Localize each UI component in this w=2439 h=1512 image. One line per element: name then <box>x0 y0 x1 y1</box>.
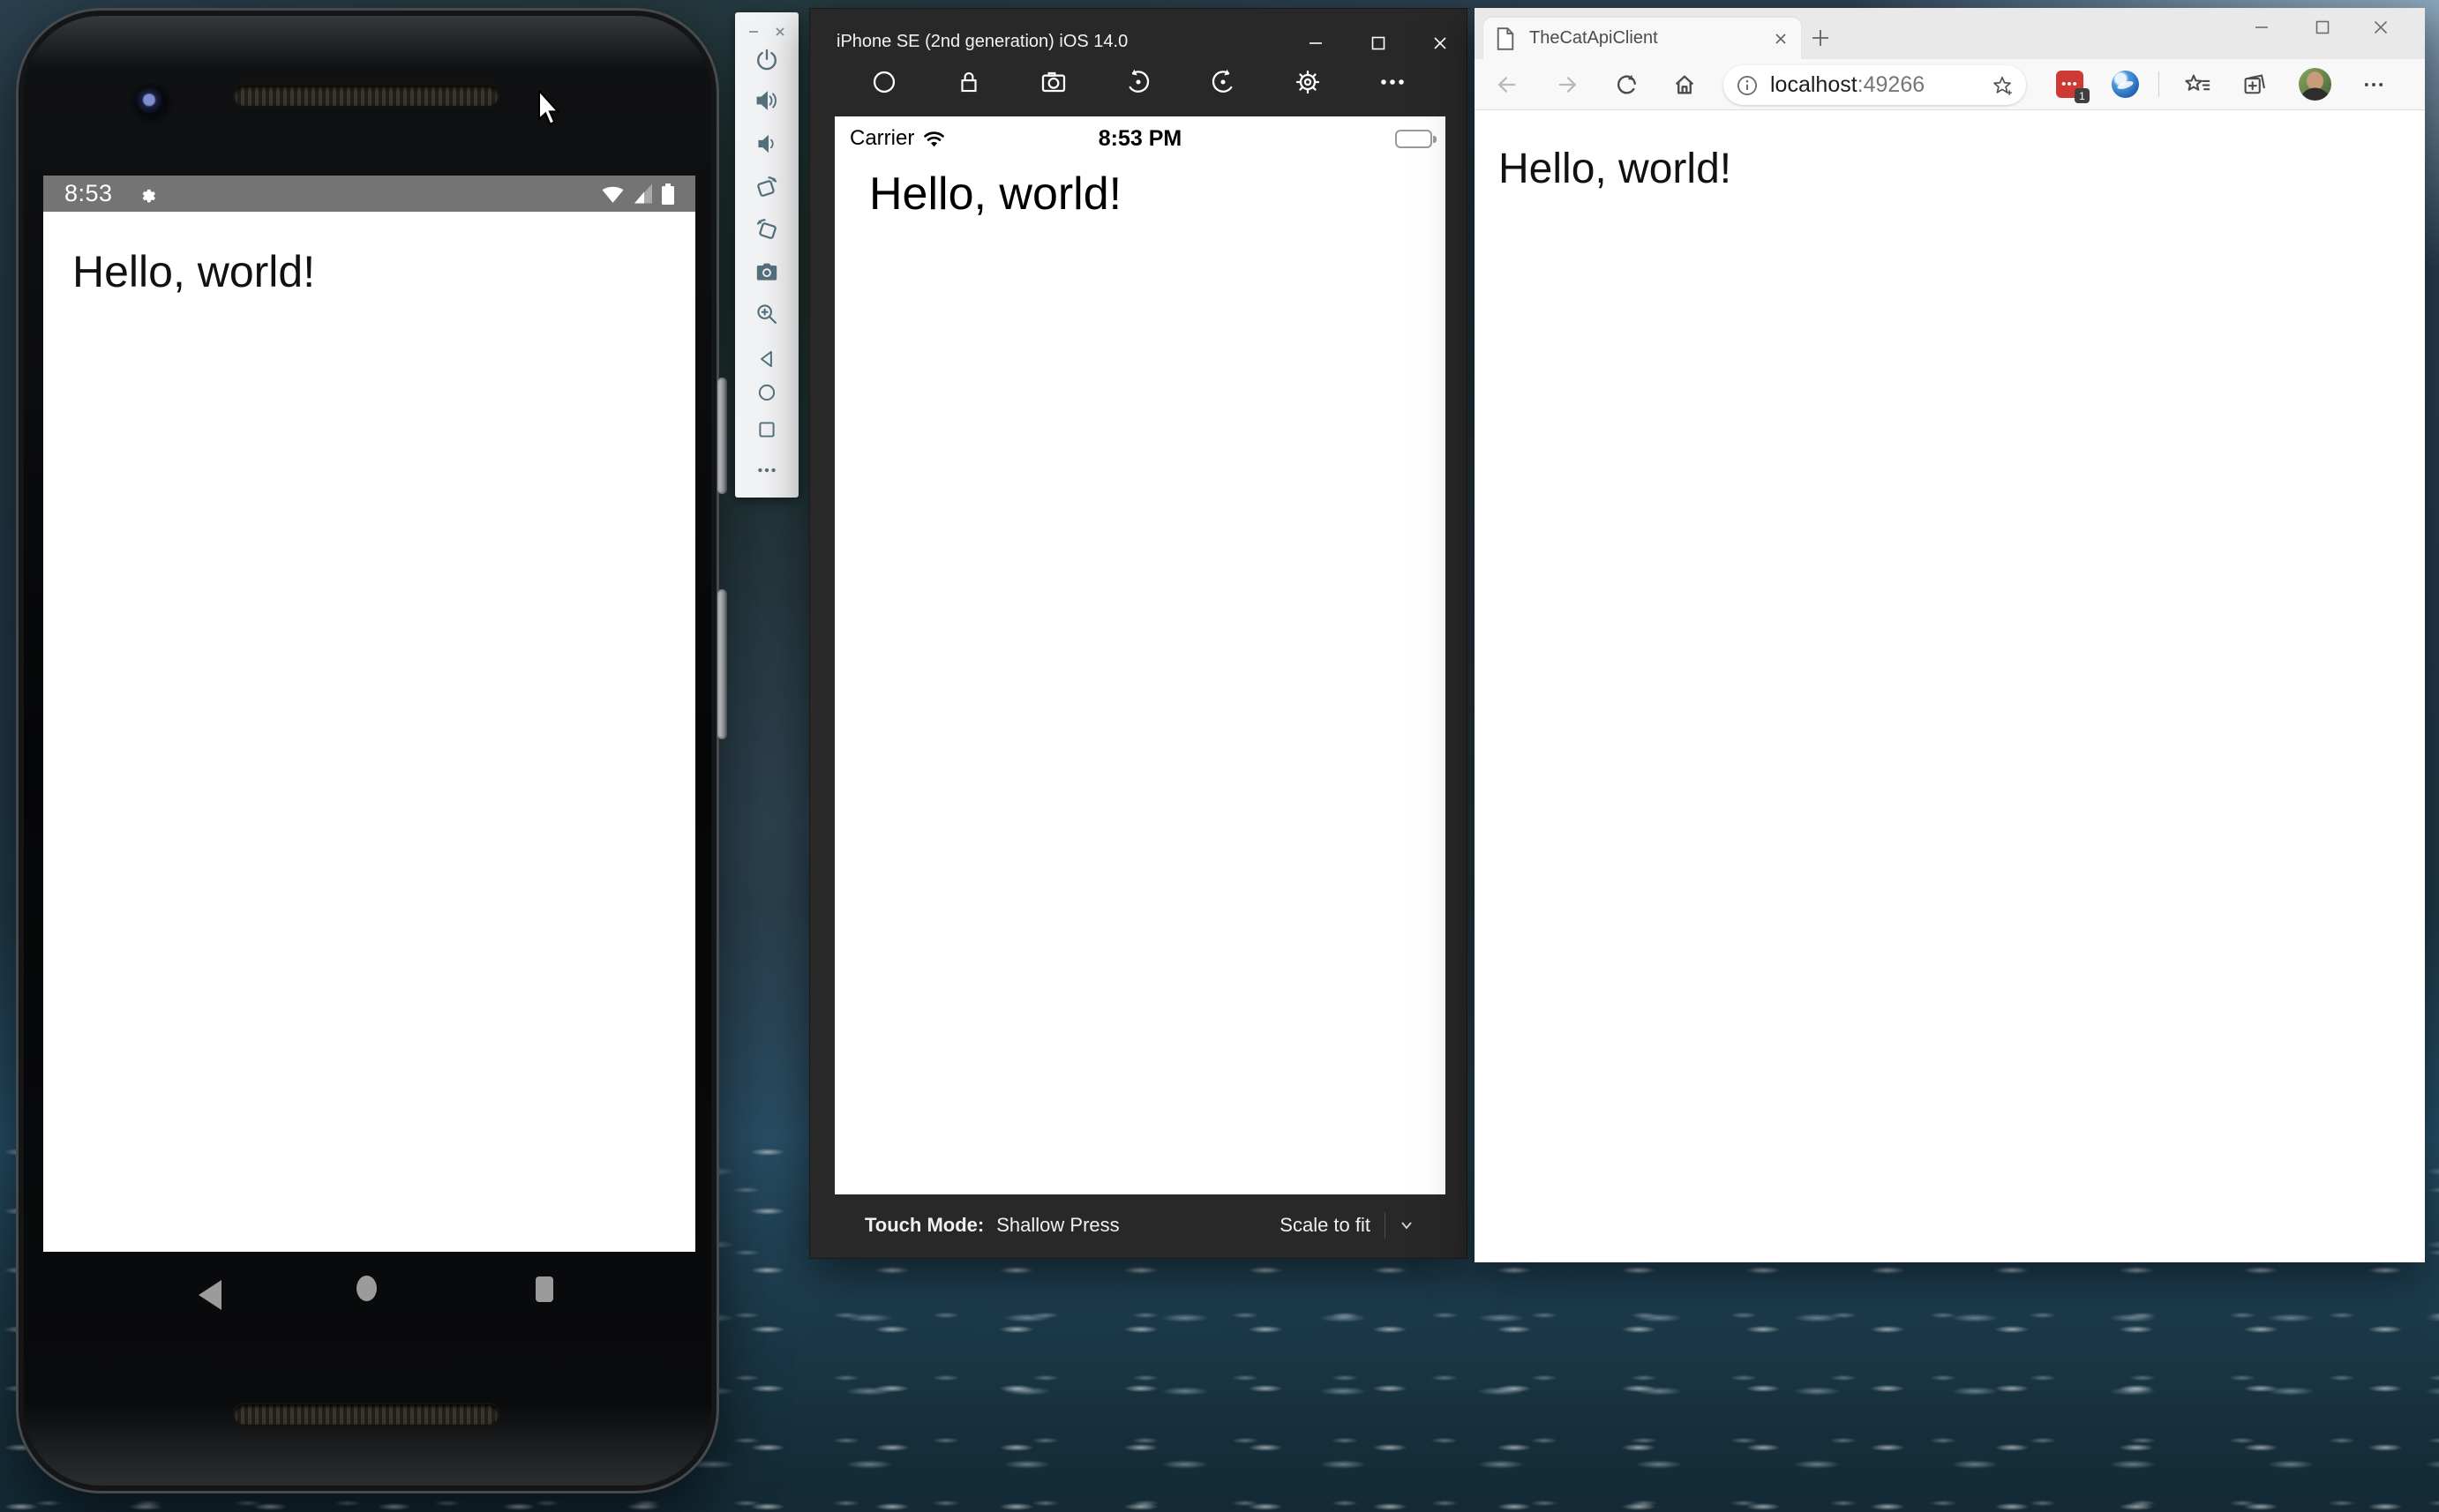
page-favicon <box>1496 27 1515 50</box>
ios-status-bar: Carrier 8:53 PM <box>835 123 1445 154</box>
overview-icon[interactable] <box>755 418 778 441</box>
back-icon[interactable] <box>755 348 778 371</box>
touch-mode-value[interactable]: Shallow Press <box>996 1214 1119 1237</box>
lock-icon[interactable] <box>954 64 984 101</box>
rotate-left-icon[interactable] <box>754 175 780 201</box>
back-icon[interactable] <box>1490 67 1525 102</box>
more-icon[interactable] <box>1377 64 1407 101</box>
front-camera <box>135 86 169 120</box>
back-icon[interactable] <box>199 1280 221 1310</box>
battery-icon <box>1395 130 1432 148</box>
emulator-toolbar <box>735 12 799 498</box>
window-maximize-icon[interactable] <box>2303 11 2342 43</box>
edge-browser-window: TheCatApiClient <box>1475 8 2425 1262</box>
tab-bar: TheCatApiClient <box>1475 8 2425 59</box>
ios-clock: 8:53 PM <box>835 126 1445 152</box>
rotate-left-icon[interactable] <box>1123 64 1153 101</box>
simulator-close-icon[interactable] <box>1422 28 1458 58</box>
collections-icon[interactable] <box>2237 67 2272 102</box>
scale-mode-value: Scale to fit <box>1280 1214 1370 1237</box>
more-icon[interactable] <box>755 459 778 482</box>
address-bar[interactable]: localhost:49266 <box>1723 65 2026 105</box>
overview-icon[interactable] <box>536 1276 553 1302</box>
simulator-minimize-icon[interactable] <box>1298 28 1333 58</box>
simulator-window-title: iPhone SE (2nd generation) iOS 14.0 <box>837 32 1128 52</box>
extension-badge: 1 <box>2075 88 2090 103</box>
phone-volume-button <box>717 589 727 739</box>
rotate-right-icon[interactable] <box>1208 64 1238 101</box>
ios-screen: Carrier 8:53 PM Hello, world! <box>835 116 1445 1194</box>
volume-down-icon[interactable] <box>755 132 778 155</box>
simulator-bottom-bar: Touch Mode: Shallow Press Scale to fit <box>810 1193 1467 1258</box>
battery-icon <box>662 183 674 205</box>
simulator-toolbar <box>810 64 1467 101</box>
earpiece-speaker-grille <box>234 86 499 106</box>
extension-red-dots: ••• <box>2061 80 2078 89</box>
tab-close-icon[interactable] <box>1773 31 1789 47</box>
home-icon[interactable] <box>755 381 778 404</box>
profile-avatar[interactable] <box>2299 68 2331 101</box>
favorites-bar-icon[interactable] <box>2180 67 2215 102</box>
window-minimize-icon[interactable] <box>2242 11 2281 43</box>
toolbar-divider <box>2158 71 2159 97</box>
screenshot-camera-icon[interactable] <box>1039 64 1069 101</box>
bottom-speaker-grille <box>234 1404 499 1425</box>
android-status-icons <box>601 183 674 205</box>
site-info-icon[interactable] <box>1736 74 1759 97</box>
ios-simulator-window: iPhone SE (2nd generation) iOS 14.0 <box>809 8 1467 1259</box>
extension-red-icon[interactable]: ••• 1 <box>2056 71 2083 98</box>
android-status-bar: 8:53 <box>43 176 695 212</box>
ios-hello-text: Hello, world! <box>869 168 1122 221</box>
screenshot-camera-icon[interactable] <box>754 259 779 284</box>
mouse-cursor <box>537 91 560 126</box>
settings-gear-icon <box>136 183 159 206</box>
touch-mode-label: Touch Mode: <box>865 1214 984 1237</box>
android-screen: 8:53 Hello, world! <box>43 176 695 1252</box>
android-emulator-device-frame: 8:53 Hello, world! <box>16 8 719 1493</box>
wifi-icon <box>601 183 625 204</box>
extension-blue-globe-icon[interactable] <box>2112 71 2139 98</box>
scale-mode-select[interactable]: Scale to fit <box>1280 1212 1414 1239</box>
chevron-down-icon <box>1400 1220 1414 1231</box>
toolbar-close-icon[interactable] <box>773 25 787 39</box>
add-favorite-icon[interactable] <box>1991 74 2014 97</box>
tab-title: TheCatApiClient <box>1529 28 1766 49</box>
toolbar-minimize-icon[interactable] <box>747 25 761 39</box>
power-icon[interactable] <box>754 48 779 72</box>
volume-up-icon[interactable] <box>754 88 779 113</box>
settings-gear-icon[interactable] <box>1293 64 1323 101</box>
simulator-maximize-icon[interactable] <box>1361 28 1396 58</box>
android-nav-bar <box>43 1252 695 1366</box>
url-host: localhost <box>1770 72 1857 98</box>
new-tab-icon[interactable] <box>1805 22 1836 54</box>
cell-signal-icon <box>633 183 654 204</box>
url-port: :49266 <box>1857 72 1925 98</box>
forward-icon[interactable] <box>1550 67 1585 102</box>
web-page-content: Hello, world! <box>1475 110 2425 1262</box>
rotate-right-icon[interactable] <box>754 217 780 243</box>
home-icon[interactable] <box>356 1276 377 1301</box>
android-hello-text: Hello, world! <box>72 246 315 297</box>
home-icon[interactable] <box>869 64 899 101</box>
refresh-icon[interactable] <box>1610 67 1645 102</box>
window-close-icon[interactable] <box>2361 11 2400 43</box>
zoom-icon[interactable] <box>754 302 779 326</box>
phone-power-button <box>717 378 727 494</box>
home-icon[interactable] <box>1667 67 1702 102</box>
settings-menu-icon[interactable] <box>2356 67 2391 102</box>
browser-tab[interactable]: TheCatApiClient <box>1483 18 1801 59</box>
browser-toolbar: localhost:49266 ••• 1 <box>1475 59 2425 110</box>
edge-hello-text: Hello, world! <box>1498 145 1731 193</box>
android-clock: 8:53 <box>64 180 113 207</box>
